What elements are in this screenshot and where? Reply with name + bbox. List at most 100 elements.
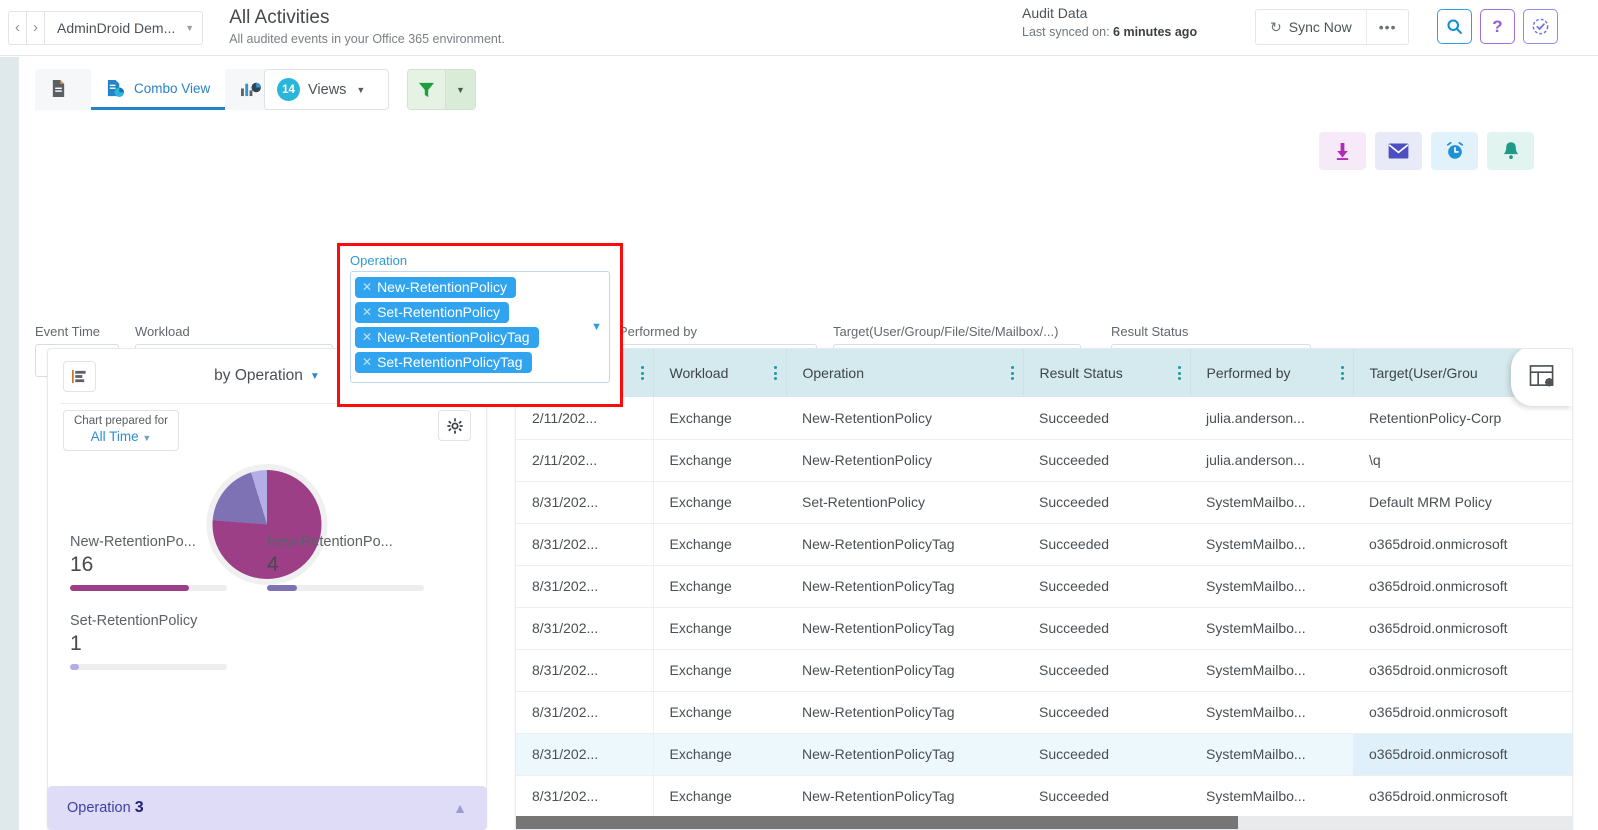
panels-area: by Operation ▼ Chart p (19, 288, 1598, 830)
cell-workload: Exchange (653, 607, 786, 649)
cell-workload: Exchange (653, 523, 786, 565)
chart-panel: by Operation ▼ Chart p (47, 348, 487, 830)
funnel-icon[interactable] (408, 70, 445, 109)
operation-chip-label: New-RetentionPolicy (377, 279, 507, 295)
legend-value: 16 (70, 553, 267, 577)
operation-chip[interactable]: ✕ New-RetentionPolicy (355, 277, 516, 298)
tab-combo-view[interactable]: Combo View (91, 69, 225, 110)
chevron-down-icon: ▼ (310, 371, 320, 382)
table-settings-icon[interactable] (1511, 348, 1573, 406)
alarm-clock-icon[interactable] (1431, 132, 1478, 170)
cell-operation: New-RetentionPolicyTag (786, 649, 1023, 691)
legend-bar-track (70, 585, 227, 591)
remove-chip-icon[interactable]: ✕ (362, 355, 372, 369)
audit-data-title: Audit Data (1022, 5, 1197, 21)
column-menu-icon[interactable] (1178, 366, 1181, 380)
column-header-workload[interactable]: Workload (653, 349, 786, 397)
column-header-performed-by[interactable]: Performed by (1190, 349, 1353, 397)
gear-icon[interactable] (438, 410, 471, 441)
search-icon[interactable] (1437, 9, 1472, 44)
column-menu-icon[interactable] (641, 366, 644, 380)
activities-table: Event Time▼ Workload Operation Resu (516, 349, 1573, 830)
download-icon[interactable] (1319, 132, 1366, 170)
view-tabs: Combo View (35, 69, 285, 110)
sync-group: ↻ Sync Now ••• (1255, 9, 1409, 45)
column-header-result-status[interactable]: Result Status (1023, 349, 1190, 397)
cell-performed-by: SystemMailbo... (1190, 733, 1353, 775)
table-row[interactable]: 2/11/202... Exchange New-RetentionPolicy… (516, 397, 1573, 439)
tab-document-view[interactable] (35, 69, 91, 110)
legend-item[interactable]: New-RetentionPo... 4 (267, 534, 464, 591)
remove-chip-icon[interactable]: ✕ (362, 330, 372, 344)
page-subtitle: All audited events in your Office 365 en… (229, 30, 505, 48)
bar-list-icon[interactable] (63, 361, 96, 392)
column-label: Result Status (1040, 365, 1123, 381)
table-row[interactable]: 8/31/202... Exchange New-RetentionPolicy… (516, 733, 1573, 775)
sync-now-button[interactable]: ↻ Sync Now (1256, 10, 1367, 44)
left-rail (0, 57, 18, 830)
health-check-icon[interactable] (1523, 9, 1558, 44)
column-header-operation[interactable]: Operation (786, 349, 1023, 397)
operation-multiselect[interactable]: ✕New-RetentionPolicy ✕Set-RetentionPolic… (350, 271, 610, 383)
table-row[interactable]: 8/31/202... Exchange New-RetentionPolicy… (516, 649, 1573, 691)
back-icon[interactable]: ‹ (8, 11, 26, 45)
last-synced-prefix: Last synced on: (1022, 25, 1113, 39)
legend-bar-track (70, 664, 227, 670)
table-row[interactable]: 8/31/202... Exchange New-RetentionPolicy… (516, 607, 1573, 649)
horizontal-scrollbar-track[interactable] (516, 816, 1573, 829)
cell-target: o365droid.onmicrosoft (1353, 775, 1573, 817)
legend-bar-fill (70, 664, 79, 670)
view-toolbar: Combo View 14 Views ▼ (19, 57, 1598, 112)
bell-icon[interactable] (1487, 132, 1534, 170)
chevron-up-icon[interactable]: ▲ (453, 800, 467, 816)
operation-chip[interactable]: ✕Set-RetentionPolicy (355, 302, 509, 323)
remove-chip-icon[interactable]: ✕ (362, 280, 372, 294)
cell-result-status: Succeeded (1023, 565, 1190, 607)
column-menu-icon[interactable] (1011, 366, 1014, 380)
legend-item[interactable]: New-RetentionPo... 16 (70, 534, 267, 591)
cell-target: o365droid.onmicrosoft (1353, 649, 1573, 691)
cell-result-status: Succeeded (1023, 607, 1190, 649)
operation-footer-text: Operation 3 (67, 799, 144, 817)
cell-operation: New-RetentionPolicyTag (786, 565, 1023, 607)
sync-now-label: Sync Now (1289, 19, 1352, 35)
forward-icon[interactable]: › (26, 11, 44, 45)
operation-chip[interactable]: ✕New-RetentionPolicyTag (355, 327, 539, 348)
sync-more-button[interactable]: ••• (1367, 10, 1409, 44)
operation-chip[interactable]: ✕ Set-RetentionPolicyTag (355, 352, 532, 373)
cell-result-status: Succeeded (1023, 523, 1190, 565)
table-row[interactable]: 8/31/202... Exchange New-RetentionPolicy… (516, 565, 1573, 607)
organization-selector[interactable]: AdminDroid Dem... ▼ (44, 11, 203, 45)
horizontal-scrollbar-thumb[interactable] (516, 816, 1238, 829)
legend-item[interactable]: Set-RetentionPolicy 1 (70, 613, 267, 670)
tab-combo-view-label: Combo View (134, 81, 210, 96)
cell-workload: Exchange (653, 775, 786, 817)
operation-chip-label: Set-RetentionPolicyTag (377, 354, 523, 370)
chart-prepared-value-wrap: All Time ▼ (74, 429, 168, 446)
help-icon[interactable]: ? (1480, 9, 1515, 44)
envelope-icon[interactable] (1375, 132, 1422, 170)
combo-view-icon (106, 79, 125, 98)
chart-legend: New-RetentionPo... 16 New-RetentionPo...… (48, 534, 486, 692)
cell-workload: Exchange (653, 565, 786, 607)
document-icon (50, 79, 67, 98)
chevron-down-icon[interactable]: ▼ (591, 321, 602, 333)
column-menu-icon[interactable] (774, 366, 777, 380)
remove-chip-icon[interactable]: ✕ (362, 305, 372, 319)
table-row[interactable]: 2/11/202... Exchange New-RetentionPolicy… (516, 439, 1573, 481)
cell-target: o365droid.onmicrosoft (1353, 523, 1573, 565)
filter-dropdown-caret[interactable]: ▼ (445, 70, 475, 109)
views-dropdown-button[interactable]: 14 Views ▼ (264, 69, 389, 110)
table-row[interactable]: 8/31/202... Exchange New-RetentionPolicy… (516, 523, 1573, 565)
chart-prepared-for[interactable]: Chart prepared for All Time ▼ (63, 410, 179, 451)
table-row[interactable]: 8/31/202... Exchange Set-RetentionPolicy… (516, 481, 1573, 523)
table-row[interactable]: 8/31/202... Exchange New-RetentionPolicy… (516, 691, 1573, 733)
title-block: All Activities All audited events in you… (229, 7, 505, 48)
cell-performed-by: SystemMailbo... (1190, 607, 1353, 649)
column-menu-icon[interactable] (1341, 366, 1344, 380)
cell-target: Default MRM Policy (1353, 481, 1573, 523)
cell-operation: New-RetentionPolicyTag (786, 733, 1023, 775)
operation-group-footer[interactable]: Operation 3 ▲ (47, 786, 487, 830)
cell-performed-by: julia.anderson... (1190, 397, 1353, 439)
table-row[interactable]: 8/31/202... Exchange New-RetentionPolicy… (516, 775, 1573, 817)
